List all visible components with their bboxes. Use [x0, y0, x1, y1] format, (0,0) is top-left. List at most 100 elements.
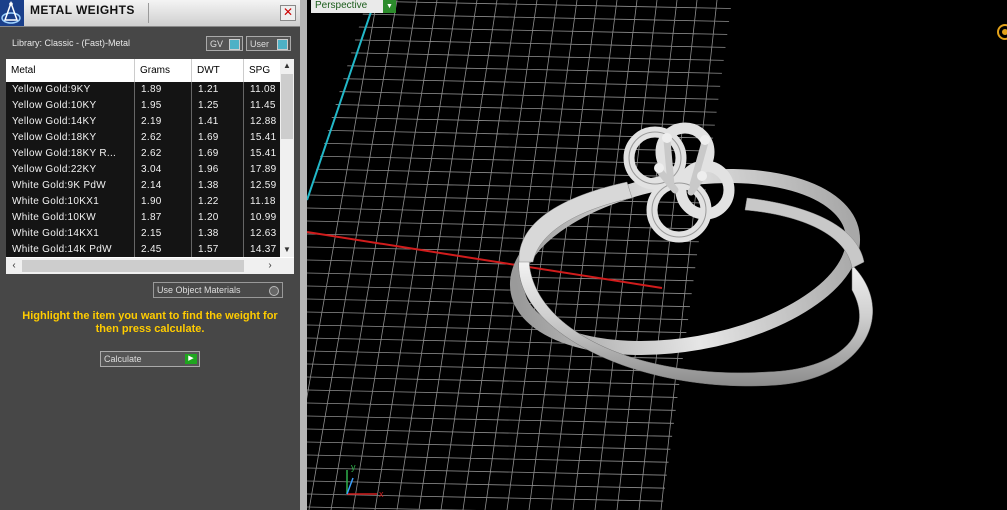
panel-title: METAL WEIGHTS: [30, 3, 135, 17]
viewport-scene[interactable]: x y: [307, 0, 1007, 510]
scroll-thumb[interactable]: [281, 74, 293, 139]
table-row[interactable]: Yellow Gold:22KY 3.04 1.96 17.89: [6, 162, 280, 178]
orbit-icon[interactable]: [995, 22, 1007, 42]
dropdown-arrow-icon[interactable]: ▼: [383, 0, 396, 13]
table-cell: 14.37: [250, 244, 277, 255]
use-object-materials-checkbox[interactable]: Use Object Materials: [153, 282, 283, 298]
table-cell: 1.20: [192, 210, 244, 226]
panel-divider[interactable]: [300, 0, 307, 510]
table-cell: 1.87: [135, 210, 192, 226]
table-row[interactable]: White Gold:14K PdW 2.45 1.57 14.37: [6, 242, 280, 257]
user-toggle[interactable]: User: [246, 36, 291, 51]
table-cell: 2.19: [135, 114, 192, 130]
gv-toggle[interactable]: GV: [206, 36, 243, 51]
table-cell: Yellow Gold:18KY: [6, 130, 135, 146]
table-row[interactable]: Yellow Gold:14KY 2.19 1.41 12.88: [6, 114, 280, 130]
table-cell: 1.25: [192, 98, 244, 114]
table-cell: 1.38: [192, 226, 244, 242]
table-cell: White Gold:10KW: [6, 210, 135, 226]
grid-lines: [307, 0, 732, 510]
scroll-down-icon[interactable]: ▼: [280, 243, 294, 257]
checkbox-icon[interactable]: [269, 286, 279, 296]
table-cell: 12.88: [250, 116, 277, 127]
table-row[interactable]: White Gold:10KW 1.87 1.20 10.99: [6, 210, 280, 226]
library-label: Library: Classic - (Fast)-Metal: [12, 38, 131, 48]
calculate-button[interactable]: Calculate ▶: [100, 351, 200, 367]
table-cell: Yellow Gold:18KY R...: [6, 146, 135, 162]
column-header-grams[interactable]: Grams: [135, 59, 192, 82]
table-cell: 1.69: [192, 130, 244, 146]
gv-toggle-label: GV: [210, 39, 224, 49]
table-cell: White Gold:10KX1: [6, 194, 135, 210]
column-header-dwt[interactable]: DWT: [192, 59, 244, 82]
table-cell: 11.08: [250, 84, 276, 95]
table-cell: Yellow Gold:10KY: [6, 98, 135, 114]
table-cell: 17.89: [250, 164, 277, 175]
column-header-metal[interactable]: Metal: [6, 59, 135, 82]
table-row[interactable]: Yellow Gold:10KY 1.95 1.25 11.45: [6, 98, 280, 114]
table-cell: 1.41: [192, 114, 244, 130]
construction-grid: [307, 0, 732, 510]
table-cell: 12.59: [250, 180, 277, 191]
table-cell: 15.41: [250, 148, 277, 159]
table-cell: 11.18: [250, 196, 276, 207]
toggle-indicator-icon: [277, 39, 288, 50]
table-cell: 1.95: [135, 98, 192, 114]
table-cell: 1.90: [135, 194, 192, 210]
axis-x-label: x: [379, 489, 384, 499]
table-cell: 15.41: [250, 132, 277, 143]
toggle-indicator-icon: [229, 39, 240, 50]
calculate-label: Calculate: [104, 354, 142, 364]
scrollbar-corner: [280, 258, 294, 274]
table-row[interactable]: White Gold:9K PdW 2.14 1.38 12.59: [6, 178, 280, 194]
table-cell: 12.63: [250, 228, 277, 239]
metal-weights-panel: METAL WEIGHTS ✕ Library: Classic - (Fast…: [0, 0, 300, 510]
axis-y-label: y: [351, 462, 356, 472]
metal-table: Metal Grams DWT SPG Yellow Gold:9KY 1.89 1…: [6, 59, 294, 274]
app-logo-icon: [0, 0, 24, 26]
table-cell: 1.57: [192, 242, 244, 257]
horizontal-scrollbar[interactable]: ‹ ›: [6, 258, 280, 274]
ring-model[interactable]: [503, 122, 873, 387]
user-toggle-label: User: [250, 39, 270, 49]
table-cell: 2.62: [135, 130, 192, 146]
perspective-viewport[interactable]: x y Perspective ▼: [307, 0, 1007, 510]
table-cell: 1.89: [135, 82, 192, 98]
table-header: Metal Grams DWT SPG: [6, 59, 280, 83]
table-cell: 2.45: [135, 242, 192, 257]
play-arrow-icon: ▶: [185, 354, 197, 364]
ring-band-front: [518, 259, 873, 387]
close-icon[interactable]: ✕: [280, 5, 296, 21]
table-cell: 2.14: [135, 178, 192, 194]
panel-titlebar: METAL WEIGHTS ✕: [0, 0, 300, 27]
table-cell: White Gold:14KX1: [6, 226, 135, 242]
table-cell: White Gold:9K PdW: [6, 178, 135, 194]
table-body: Yellow Gold:9KY 1.89 1.21 11.08 Yellow Gold:…: [6, 82, 280, 257]
scroll-up-icon[interactable]: ▲: [280, 59, 294, 73]
table-cell: 10.99: [250, 212, 277, 223]
table-row[interactable]: White Gold:10KX1 1.90 1.22 11.18: [6, 194, 280, 210]
vertical-scrollbar[interactable]: ▲ ▼: [280, 59, 294, 257]
table-cell: White Gold:14K PdW: [6, 242, 135, 257]
table-row[interactable]: Yellow Gold:9KY 1.89 1.21 11.08: [6, 82, 280, 98]
table-row[interactable]: Yellow Gold:18KY 2.62 1.69 15.41: [6, 130, 280, 146]
table-row[interactable]: Yellow Gold:18KY R... 2.62 1.69 15.41: [6, 146, 280, 162]
use-object-materials-label: Use Object Materials: [157, 285, 241, 295]
table-cell: 2.62: [135, 146, 192, 162]
scroll-left-icon[interactable]: ‹: [8, 258, 20, 274]
axis-triad: x y: [346, 462, 384, 499]
table-cell: 11.45: [250, 100, 276, 111]
table-cell: 1.96: [192, 162, 244, 178]
table-cell: 1.21: [192, 82, 244, 98]
scroll-right-icon[interactable]: ›: [264, 258, 276, 274]
viewport-label[interactable]: Perspective: [311, 0, 383, 13]
table-cell: 1.22: [192, 194, 244, 210]
table-cell: Yellow Gold:22KY: [6, 162, 135, 178]
table-cell: 1.69: [192, 146, 244, 162]
instructions-text: Highlight the item you want to find the …: [22, 310, 278, 335]
scroll-thumb-horizontal[interactable]: [22, 260, 244, 272]
ring-band-left: [518, 181, 633, 263]
table-row[interactable]: White Gold:14KX1 2.15 1.38 12.63: [6, 226, 280, 242]
table-cell: 1.38: [192, 178, 244, 194]
column-header-spg[interactable]: SPG: [244, 59, 280, 82]
